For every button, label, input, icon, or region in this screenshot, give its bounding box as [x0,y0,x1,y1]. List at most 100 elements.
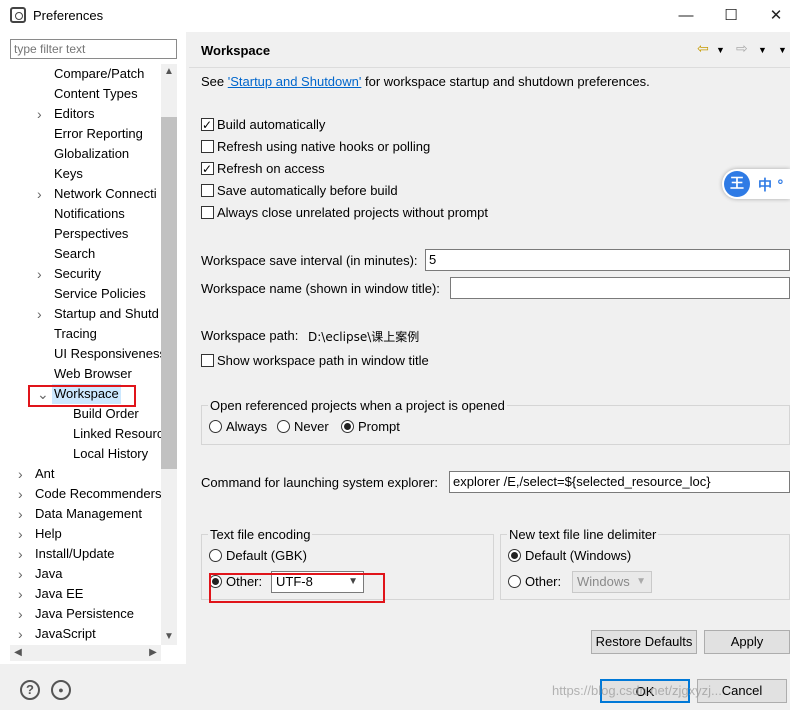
tree-item[interactable]: › JavaScript [10,624,161,644]
tree-item[interactable]: Build Order [10,404,161,424]
delimiter-other-radio[interactable]: Other: [508,572,561,592]
tree-item-label: Editors [54,106,95,121]
option-checkbox[interactable]: Always close unrelated projects without … [201,203,488,223]
save-interval-input[interactable]: 5 [425,249,790,271]
see-prefix: See [201,74,228,89]
checkbox-checked[interactable] [201,115,214,135]
delimiter-select[interactable]: Windows ▼ [572,571,652,593]
view-menu-icon[interactable]: ▼ [778,45,787,55]
filter-input[interactable] [10,39,177,59]
tree-item[interactable]: Notifications [10,204,161,224]
chevron-right-icon[interactable]: › [37,184,47,204]
radio-never[interactable]: Never [277,417,329,437]
checkbox-checked[interactable] [201,159,214,179]
option-checkbox[interactable]: Save automatically before build [201,181,398,201]
chevron-right-icon[interactable]: › [37,264,47,284]
checkbox-unchecked[interactable] [201,206,214,219]
ime-logo-icon[interactable]: 王 [724,171,750,197]
back-arrow-icon[interactable]: ⇦ [697,40,709,57]
radio-circle[interactable] [209,549,222,562]
chevron-right-icon[interactable]: › [18,524,28,544]
startup-shutdown-link[interactable]: 'Startup and Shutdown' [228,74,362,89]
tree-horizontal-scrollbar[interactable] [10,645,161,661]
ime-mode-indicator[interactable]: 中 ° [758,175,784,195]
tree-item[interactable]: › Data Management [10,504,161,524]
chevron-right-icon[interactable]: › [18,464,28,484]
help-icon[interactable]: ? [20,680,40,700]
option-checkbox[interactable]: Refresh using native hooks or polling [201,137,430,157]
radio-always[interactable]: Always [209,417,267,437]
tree-item[interactable]: Local History [10,444,161,464]
chevron-right-icon[interactable]: › [37,304,47,324]
radio-prompt[interactable]: Prompt [341,417,400,437]
option-checkbox[interactable]: Refresh on access [201,159,325,179]
import-export-icon[interactable]: ● [51,680,71,700]
chevron-right-icon[interactable]: › [18,484,28,504]
tree-item-label: Startup and Shutd [54,306,159,321]
tree-item[interactable]: › Ant [10,464,161,484]
radio-circle[interactable] [277,420,290,433]
back-menu-chevron-down-icon[interactable]: ▼ [716,45,725,55]
checkbox-box[interactable] [201,354,214,367]
tree-item[interactable]: UI Responsiveness [10,344,161,364]
scroll-right-arrow-icon[interactable]: ▶ [145,645,161,661]
chevron-right-icon[interactable]: › [18,504,28,524]
show-path-checkbox[interactable]: Show workspace path in window title [201,351,429,371]
scroll-up-arrow-icon[interactable]: ▲ [161,64,177,80]
radio-circle[interactable] [508,575,521,588]
tree-item[interactable]: Perspectives [10,224,161,244]
chevron-right-icon[interactable]: › [18,604,28,624]
scroll-down-arrow-icon[interactable]: ▼ [161,629,177,645]
close-button[interactable]: ✕ [754,2,790,30]
radio-circle[interactable] [209,420,222,433]
tree-item[interactable]: › Editors [10,104,161,124]
delimiter-default-radio[interactable]: Default (Windows) [508,546,631,566]
scroll-left-arrow-icon[interactable]: ◀ [10,645,26,661]
option-checkbox[interactable]: Build automatically [201,115,325,135]
tree-item[interactable]: Compare/Patch [10,64,161,84]
tree-item[interactable]: › Network Connecti [10,184,161,204]
tree-item[interactable]: Content Types [10,84,161,104]
tree-item[interactable]: Error Reporting [10,124,161,144]
tree-item[interactable]: Web Browser [10,364,161,384]
tree-item[interactable]: › Startup and Shutd [10,304,161,324]
forward-arrow-icon[interactable]: ⇨ [736,40,748,57]
checkbox-unchecked[interactable] [201,140,214,153]
tree-item-label: Local History [73,446,149,461]
encoding-default-radio[interactable]: Default (GBK) [209,546,307,566]
tree-item[interactable]: Keys [10,164,161,184]
apply-button[interactable]: Apply [704,630,790,654]
tree-item[interactable]: Tracing [10,324,161,344]
tree-item[interactable]: › Java Persistence [10,604,161,624]
tree-item[interactable]: Globalization [10,144,161,164]
checkbox-label: Save automatically before build [217,183,398,198]
workspace-name-input[interactable] [450,277,790,299]
forward-menu-chevron-down-icon[interactable]: ▼ [758,45,767,55]
tree-item[interactable]: › Install/Update [10,544,161,564]
tree-item[interactable]: Service Policies [10,284,161,304]
minimize-button[interactable]: — [664,2,708,30]
restore-defaults-button[interactable]: Restore Defaults [591,630,697,654]
tree-item-label: Keys [54,166,83,181]
checkbox-unchecked[interactable] [201,184,214,197]
tree-item[interactable]: › Security [10,264,161,284]
chevron-right-icon[interactable]: › [18,564,28,584]
tree-item[interactable]: › Java [10,564,161,584]
radio-circle-selected[interactable] [341,420,354,433]
explorer-command-input[interactable]: explorer /E,/select=${selected_resource_… [449,471,790,493]
maximize-button[interactable]: ☐ [709,2,753,30]
tree-scroll-thumb[interactable] [161,117,177,469]
radio-circle-selected[interactable] [508,549,521,562]
workspace-name-label: Workspace name (shown in window title): [201,281,440,296]
tree-item[interactable]: Search [10,244,161,264]
chevron-right-icon[interactable]: › [37,104,47,124]
chevron-right-icon[interactable]: › [18,624,28,644]
tree-item[interactable]: › Help [10,524,161,544]
tree-item[interactable]: › Code Recommenders [10,484,161,504]
chevron-right-icon[interactable]: › [18,544,28,564]
chevron-down-icon: ▼ [636,576,646,587]
delimiter-title: New text file line delimiter [507,527,659,542]
tree-item[interactable]: Linked Resourc [10,424,161,444]
tree-item[interactable]: › Java EE [10,584,161,604]
chevron-right-icon[interactable]: › [18,584,28,604]
